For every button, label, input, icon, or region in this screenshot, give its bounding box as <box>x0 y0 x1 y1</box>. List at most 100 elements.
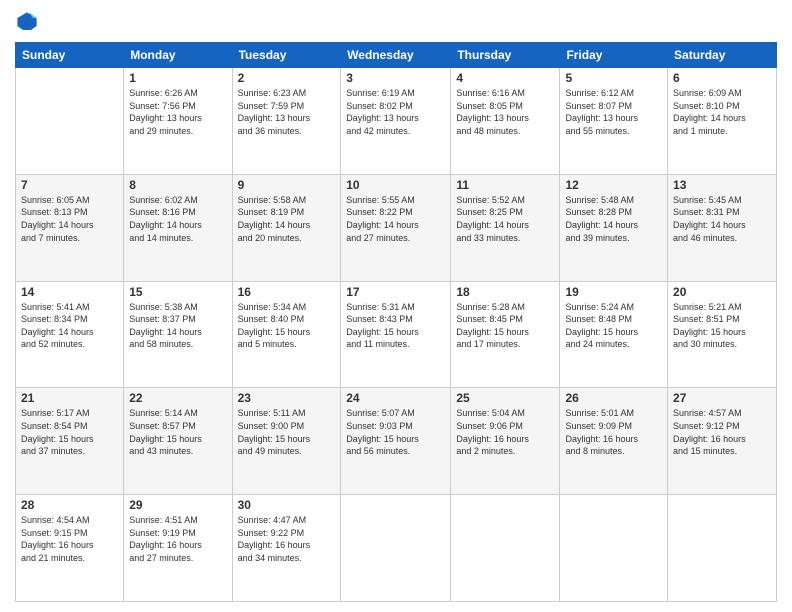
day-info: Sunrise: 5:52 AM Sunset: 8:25 PM Dayligh… <box>456 194 554 244</box>
calendar-cell: 18Sunrise: 5:28 AM Sunset: 8:45 PM Dayli… <box>451 281 560 388</box>
calendar-cell: 15Sunrise: 5:38 AM Sunset: 8:37 PM Dayli… <box>124 281 232 388</box>
calendar-cell: 7Sunrise: 6:05 AM Sunset: 8:13 PM Daylig… <box>16 174 124 281</box>
day-info: Sunrise: 4:51 AM Sunset: 9:19 PM Dayligh… <box>129 514 226 564</box>
calendar-cell: 1Sunrise: 6:26 AM Sunset: 7:56 PM Daylig… <box>124 68 232 175</box>
day-number: 21 <box>21 391 118 405</box>
day-info: Sunrise: 6:09 AM Sunset: 8:10 PM Dayligh… <box>673 87 771 137</box>
day-info: Sunrise: 6:19 AM Sunset: 8:02 PM Dayligh… <box>346 87 445 137</box>
day-info: Sunrise: 5:24 AM Sunset: 8:48 PM Dayligh… <box>565 301 662 351</box>
day-info: Sunrise: 6:23 AM Sunset: 7:59 PM Dayligh… <box>238 87 336 137</box>
day-info: Sunrise: 5:04 AM Sunset: 9:06 PM Dayligh… <box>456 407 554 457</box>
day-info: Sunrise: 5:14 AM Sunset: 8:57 PM Dayligh… <box>129 407 226 457</box>
calendar-header-tuesday: Tuesday <box>232 43 341 68</box>
calendar-header-saturday: Saturday <box>668 43 777 68</box>
day-info: Sunrise: 5:01 AM Sunset: 9:09 PM Dayligh… <box>565 407 662 457</box>
calendar-cell: 25 Sunrise: 5:04 AM Sunset: 9:06 PM Dayli… <box>451 388 560 495</box>
day-number: 10 <box>346 178 445 192</box>
day-info: Sunrise: 6:12 AM Sunset: 8:07 PM Dayligh… <box>565 87 662 137</box>
day-number: 27 <box>673 391 771 405</box>
day-number: 20 <box>673 285 771 299</box>
day-number: 18 <box>456 285 554 299</box>
day-info: Sunrise: 6:26 AM Sunset: 7:56 PM Dayligh… <box>129 87 226 137</box>
day-number: 9 <box>238 178 336 192</box>
calendar-cell <box>668 495 777 602</box>
day-info: Sunrise: 5:07 AM Sunset: 9:03 PM Dayligh… <box>346 407 445 457</box>
calendar-cell: 20 Sunrise: 5:21 AM Sunset: 8:51 PM Dayli… <box>668 281 777 388</box>
calendar: SundayMondayTuesdayWednesdayThursdayFrid… <box>15 42 777 602</box>
calendar-cell: 12Sunrise: 5:48 AM Sunset: 8:28 PM Dayli… <box>560 174 668 281</box>
calendar-cell: 22 Sunrise: 5:14 AM Sunset: 8:57 PM Dayli… <box>124 388 232 495</box>
day-number: 11 <box>456 178 554 192</box>
day-info: Sunrise: 5:38 AM Sunset: 8:37 PM Dayligh… <box>129 301 226 351</box>
calendar-header-friday: Friday <box>560 43 668 68</box>
day-number: 30 <box>238 498 336 512</box>
day-info: Sunrise: 5:55 AM Sunset: 8:22 PM Dayligh… <box>346 194 445 244</box>
calendar-cell: 8 Sunrise: 6:02 AM Sunset: 8:16 PM Daylig… <box>124 174 232 281</box>
logo-icon <box>15 10 39 34</box>
day-number: 2 <box>238 71 336 85</box>
day-number: 5 <box>565 71 662 85</box>
calendar-cell: 17Sunrise: 5:31 AM Sunset: 8:43 PM Dayli… <box>341 281 451 388</box>
day-number: 16 <box>238 285 336 299</box>
calendar-week-row: 21 Sunrise: 5:17 AM Sunset: 8:54 PM Dayli… <box>16 388 777 495</box>
calendar-week-row: 1Sunrise: 6:26 AM Sunset: 7:56 PM Daylig… <box>16 68 777 175</box>
day-number: 13 <box>673 178 771 192</box>
day-info: Sunrise: 4:54 AM Sunset: 9:15 PM Dayligh… <box>21 514 118 564</box>
calendar-cell: 16 Sunrise: 5:34 AM Sunset: 8:40 PM Dayli… <box>232 281 341 388</box>
calendar-header-row: SundayMondayTuesdayWednesdayThursdayFrid… <box>16 43 777 68</box>
day-info: Sunrise: 5:34 AM Sunset: 8:40 PM Dayligh… <box>238 301 336 351</box>
day-number: 6 <box>673 71 771 85</box>
calendar-cell: 13Sunrise: 5:45 AM Sunset: 8:31 PM Dayli… <box>668 174 777 281</box>
day-number: 22 <box>129 391 226 405</box>
day-info: Sunrise: 6:16 AM Sunset: 8:05 PM Dayligh… <box>456 87 554 137</box>
day-number: 7 <box>21 178 118 192</box>
calendar-cell <box>451 495 560 602</box>
calendar-week-row: 28 Sunrise: 4:54 AM Sunset: 9:15 PM Dayli… <box>16 495 777 602</box>
day-number: 8 <box>129 178 226 192</box>
day-number: 17 <box>346 285 445 299</box>
calendar-cell <box>560 495 668 602</box>
calendar-cell <box>16 68 124 175</box>
calendar-cell: 28 Sunrise: 4:54 AM Sunset: 9:15 PM Dayli… <box>16 495 124 602</box>
calendar-cell: 11 Sunrise: 5:52 AM Sunset: 8:25 PM Dayli… <box>451 174 560 281</box>
calendar-cell: 9 Sunrise: 5:58 AM Sunset: 8:19 PM Daylig… <box>232 174 341 281</box>
calendar-week-row: 7Sunrise: 6:05 AM Sunset: 8:13 PM Daylig… <box>16 174 777 281</box>
day-number: 24 <box>346 391 445 405</box>
calendar-cell: 26 Sunrise: 5:01 AM Sunset: 9:09 PM Dayli… <box>560 388 668 495</box>
calendar-header-wednesday: Wednesday <box>341 43 451 68</box>
day-number: 25 <box>456 391 554 405</box>
page: SundayMondayTuesdayWednesdayThursdayFrid… <box>0 0 792 612</box>
calendar-cell: 10 Sunrise: 5:55 AM Sunset: 8:22 PM Dayli… <box>341 174 451 281</box>
day-number: 28 <box>21 498 118 512</box>
day-info: Sunrise: 5:58 AM Sunset: 8:19 PM Dayligh… <box>238 194 336 244</box>
calendar-header-monday: Monday <box>124 43 232 68</box>
calendar-cell: 19 Sunrise: 5:24 AM Sunset: 8:48 PM Dayli… <box>560 281 668 388</box>
calendar-header-sunday: Sunday <box>16 43 124 68</box>
calendar-cell: 2 Sunrise: 6:23 AM Sunset: 7:59 PM Daylig… <box>232 68 341 175</box>
day-number: 19 <box>565 285 662 299</box>
day-info: Sunrise: 5:11 AM Sunset: 9:00 PM Dayligh… <box>238 407 336 457</box>
logo <box>15 10 43 34</box>
calendar-cell: 5 Sunrise: 6:12 AM Sunset: 8:07 PM Daylig… <box>560 68 668 175</box>
calendar-cell: 24 Sunrise: 5:07 AM Sunset: 9:03 PM Dayli… <box>341 388 451 495</box>
calendar-cell: 27 Sunrise: 4:57 AM Sunset: 9:12 PM Dayli… <box>668 388 777 495</box>
calendar-cell: 14Sunrise: 5:41 AM Sunset: 8:34 PM Dayli… <box>16 281 124 388</box>
calendar-cell: 3 Sunrise: 6:19 AM Sunset: 8:02 PM Daylig… <box>341 68 451 175</box>
day-number: 3 <box>346 71 445 85</box>
day-number: 4 <box>456 71 554 85</box>
day-number: 12 <box>565 178 662 192</box>
calendar-cell: 29 Sunrise: 4:51 AM Sunset: 9:19 PM Dayli… <box>124 495 232 602</box>
calendar-cell <box>341 495 451 602</box>
calendar-cell: 21 Sunrise: 5:17 AM Sunset: 8:54 PM Dayli… <box>16 388 124 495</box>
calendar-cell: 6 Sunrise: 6:09 AM Sunset: 8:10 PM Daylig… <box>668 68 777 175</box>
day-info: Sunrise: 5:17 AM Sunset: 8:54 PM Dayligh… <box>21 407 118 457</box>
day-number: 26 <box>565 391 662 405</box>
day-info: Sunrise: 6:02 AM Sunset: 8:16 PM Dayligh… <box>129 194 226 244</box>
day-info: Sunrise: 4:57 AM Sunset: 9:12 PM Dayligh… <box>673 407 771 457</box>
day-info: Sunrise: 5:41 AM Sunset: 8:34 PM Dayligh… <box>21 301 118 351</box>
calendar-header-thursday: Thursday <box>451 43 560 68</box>
day-number: 29 <box>129 498 226 512</box>
calendar-cell: 30Sunrise: 4:47 AM Sunset: 9:22 PM Dayli… <box>232 495 341 602</box>
day-info: Sunrise: 5:21 AM Sunset: 8:51 PM Dayligh… <box>673 301 771 351</box>
header <box>15 10 777 34</box>
